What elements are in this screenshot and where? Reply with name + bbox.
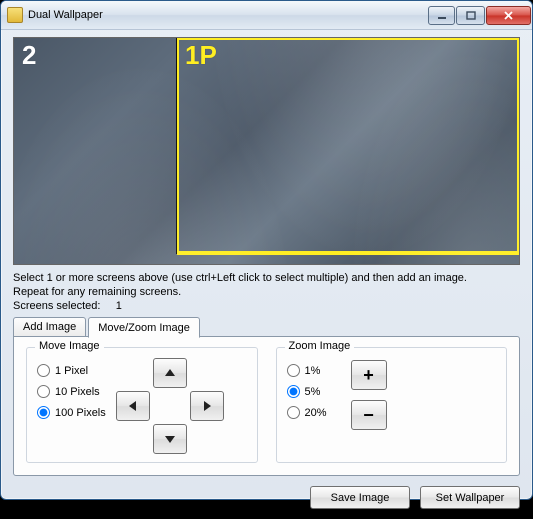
move-image-group: Move Image 1 Pixel 10 Pixels 100 Pixels [26,347,258,463]
screen-2[interactable] [14,38,177,254]
app-icon [7,7,23,23]
screens-selected-count: 1 [116,300,122,312]
help-line-1: Select 1 or more screens above (use ctrl… [13,271,520,285]
zoom-image-legend: Zoom Image [285,340,355,352]
zoom-in-button[interactable]: + [351,360,387,390]
tab-move-zoom[interactable]: Move/Zoom Image [88,317,200,338]
move-down-button[interactable] [153,424,187,454]
zoom-image-group: Zoom Image 1% 5% 20% + − [276,347,508,463]
radio-1-percent[interactable]: 1% [287,364,327,377]
screen-2-label: 2 [22,40,36,71]
tab-strip: Add Image Move/Zoom Image [13,316,520,337]
radio-1-pixel[interactable]: 1 Pixel [37,364,106,377]
move-up-button[interactable] [153,358,187,388]
move-left-button[interactable] [116,391,150,421]
window-title: Dual Wallpaper [28,9,427,21]
minimize-button[interactable] [428,6,455,25]
save-image-button[interactable]: Save Image [310,486,410,509]
radio-10-pixels[interactable]: 10 Pixels [37,385,106,398]
zoom-out-button[interactable]: − [351,400,387,430]
radio-5-percent[interactable]: 5% [287,385,327,398]
screen-1-label: 1P [185,40,217,71]
move-right-button[interactable] [190,391,224,421]
screen-preview[interactable]: 2 1P [13,37,520,265]
footer-buttons: Save Image Set Wallpaper [13,486,520,509]
screen-1[interactable] [177,38,519,253]
radio-100-pixels[interactable]: 100 Pixels [37,406,106,419]
move-image-legend: Move Image [35,340,104,352]
titlebar[interactable]: Dual Wallpaper [1,1,532,30]
help-text: Select 1 or more screens above (use ctrl… [13,271,520,313]
screens-selected-label: Screens selected: [13,300,100,312]
help-line-2: Repeat for any remaining screens. [13,285,520,299]
maximize-button[interactable] [456,6,485,25]
zoom-buttons: + − [351,358,387,454]
move-radios: 1 Pixel 10 Pixels 100 Pixels [37,358,106,454]
app-window: Dual Wallpaper 2 1P Select 1 or more scr… [0,0,533,500]
zoom-radios: 1% 5% 20% [287,358,327,454]
radio-20-percent[interactable]: 20% [287,406,327,419]
screen-1-underline [177,253,519,255]
close-button[interactable] [486,6,531,25]
client-area: 2 1P Select 1 or more screens above (use… [1,30,532,519]
set-wallpaper-button[interactable]: Set Wallpaper [420,486,520,509]
move-arrows [116,358,224,454]
tab-add-image[interactable]: Add Image [13,317,86,337]
tab-page-move-zoom: Move Image 1 Pixel 10 Pixels 100 Pixels … [13,336,520,476]
